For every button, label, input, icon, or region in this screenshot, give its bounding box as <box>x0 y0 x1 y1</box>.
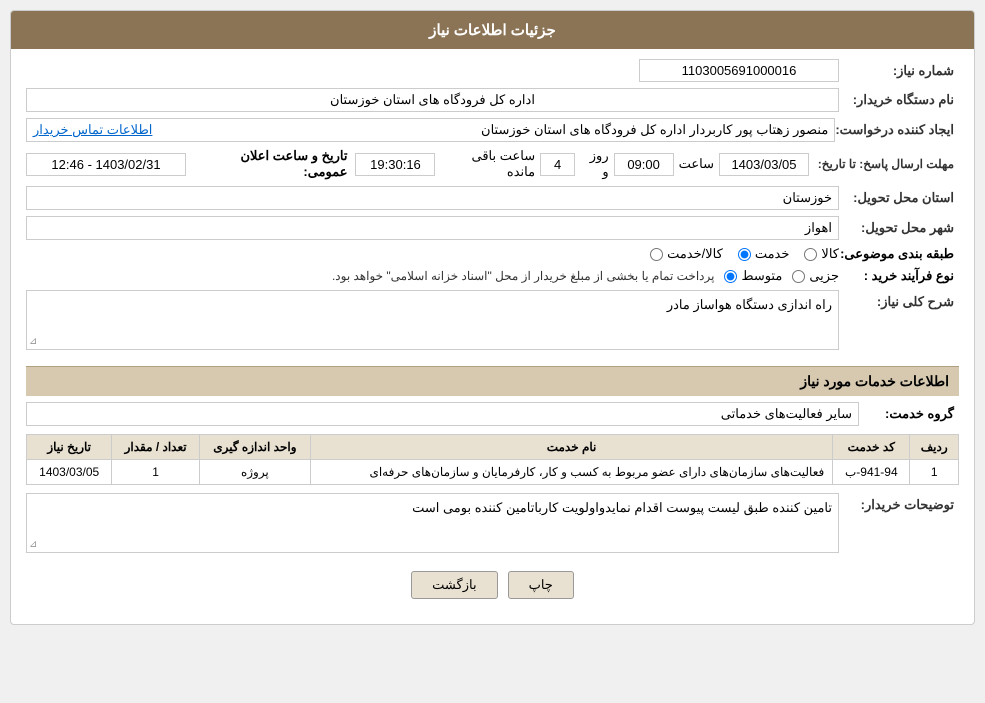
page-title: جزئیات اطلاعات نیاز <box>429 22 556 39</box>
main-container: جزئیات اطلاعات نیاز شماره نیاز: 11030056… <box>10 10 975 625</box>
novea-motevaset: متوسط <box>724 268 782 284</box>
contact-info-link[interactable]: اطلاعات تماس خریدار <box>33 122 152 138</box>
ostan-value: خوزستان <box>26 186 839 210</box>
buyer-notes-row: توضیحات خریدار: تامین کننده طبق لیست پیو… <box>26 493 959 553</box>
table-header-row: ردیف کد خدمت نام خدمت واحد اندازه گیری ت… <box>27 435 959 460</box>
novea-jozii: جزیی <box>792 268 839 284</box>
ijad-label: ایجاد کننده درخواست: <box>835 122 959 138</box>
buyer-notes-label: توضیحات خریدار: <box>839 493 959 513</box>
page-wrapper: جزئیات اطلاعات نیاز شماره نیاز: 11030056… <box>0 0 985 703</box>
cell-unit: پروژه <box>199 460 310 485</box>
mohlat-remaining-value: 19:30:16 <box>355 153 435 176</box>
services-table: ردیف کد خدمت نام خدمت واحد اندازه گیری ت… <box>26 434 959 485</box>
novea-motevaset-label: متوسط <box>741 268 782 284</box>
content-area: شماره نیاز: 1103005691000016 نام دستگاه … <box>11 49 974 624</box>
novea-motevaset-radio[interactable] <box>724 270 737 283</box>
tabaqe-kala-khedmat: کالا/خدمت <box>650 246 723 262</box>
sharh-label: شرح کلی نیاز: <box>839 290 959 310</box>
col-radif: ردیف <box>910 435 959 460</box>
tabaqe-label: طبقه بندی موضوعی: <box>839 246 959 262</box>
tabaqe-kala: کالا <box>804 246 839 262</box>
sharh-section-header: شرح کلی نیاز: راه اندازی دستگاه هواساز م… <box>26 290 959 358</box>
ostan-label: استان محل تحویل: <box>839 190 959 206</box>
tabaqe-kala-khedmat-label: کالا/خدمت <box>667 246 723 262</box>
tabaqe-khedmat-label: خدمت <box>755 246 790 262</box>
cell-radif: 1 <box>910 460 959 485</box>
novea-label: نوع فرآیند خرید : <box>839 268 959 284</box>
cell-name: فعالیت‌های سازمان‌های دارای عضو مربوط به… <box>310 460 832 485</box>
col-name: نام خدمت <box>310 435 832 460</box>
mohlat-time-value: 09:00 <box>614 153 674 176</box>
buyer-notes-resize-icon: ⊿ <box>29 539 37 550</box>
back-button[interactable]: بازگشت <box>411 571 497 599</box>
print-button[interactable]: چاپ <box>508 571 574 599</box>
table-row: 1 941-94-ب فعالیت‌های سازمان‌های دارای ع… <box>27 460 959 485</box>
col-code: کد خدمت <box>833 435 910 460</box>
sharh-box: راه اندازی دستگاه هواساز مادر ⊿ <box>26 290 839 350</box>
shahr-label: شهر محل تحویل: <box>839 220 959 236</box>
novea-note: پرداخت تمام یا بخشی از مبلغ خریدار از مح… <box>332 269 715 283</box>
page-header: جزئیات اطلاعات نیاز <box>11 11 974 49</box>
dastgah-row: نام دستگاه خریدار: اداره کل فرودگاه های … <box>26 88 959 112</box>
shomara-row: شماره نیاز: 1103005691000016 <box>26 59 959 82</box>
shomara-value: 1103005691000016 <box>639 59 839 82</box>
shahr-value: اهواز <box>26 216 839 240</box>
col-date: تاریخ نیاز <box>27 435 112 460</box>
group-row: گروه خدمت: سایر فعالیت‌های خدماتی <box>26 402 959 426</box>
cell-code: 941-94-ب <box>833 460 910 485</box>
novea-jozii-radio[interactable] <box>792 270 805 283</box>
mohlat-day-label: روز و <box>580 148 609 180</box>
tabaqe-kala-radio[interactable] <box>804 248 817 261</box>
buyer-notes-box: تامین کننده طبق لیست پیوست اقدام نمایدوا… <box>26 493 839 553</box>
buyer-notes-value: تامین کننده طبق لیست پیوست اقدام نمایدوا… <box>412 500 832 515</box>
mohlat-day-value: 4 <box>540 153 575 176</box>
tabaqe-options: کالا خدمت کالا/خدمت <box>650 246 839 262</box>
action-buttons: چاپ بازگشت <box>26 561 959 614</box>
mohlat-announce-row: مهلت ارسال پاسخ: تا تاریخ: 1403/03/05 سا… <box>26 148 959 180</box>
tabaqe-kala-khedmat-radio[interactable] <box>650 248 663 261</box>
dastgah-value: اداره کل فرودگاه های استان خوزستان <box>26 88 839 112</box>
sharh-value: راه اندازی دستگاه هواساز مادر <box>667 297 832 312</box>
mohlat-label: مهلت ارسال پاسخ: تا تاریخ: <box>809 157 959 171</box>
cell-date: 1403/03/05 <box>27 460 112 485</box>
cell-count: 1 <box>112 460 200 485</box>
mohlat-time-label: ساعت <box>679 156 714 172</box>
tabaqe-kala-label: کالا <box>821 246 839 262</box>
shomara-label: شماره نیاز: <box>839 63 959 79</box>
col-unit: واحد اندازه گیری <box>199 435 310 460</box>
ijad-text: منصور زهتاب پور کاربردار اداره کل فرودگا… <box>481 122 828 138</box>
tabaqe-row: طبقه بندی موضوعی: کالا خدمت کالا/خدمت <box>26 246 959 262</box>
col-count: تعداد / مقدار <box>112 435 200 460</box>
novea-options: جزیی متوسط پرداخت تمام یا بخشی از مبلغ خ… <box>26 268 839 284</box>
ijad-value: منصور زهتاب پور کاربردار اداره کل فرودگا… <box>26 118 835 142</box>
novea-jozii-label: جزیی <box>809 268 839 284</box>
group-value: سایر فعالیت‌های خدماتی <box>26 402 859 426</box>
mohlat-remaining-label: ساعت باقی مانده <box>440 148 535 180</box>
novea-row: نوع فرآیند خرید : جزیی متوسط پرداخت تمام… <box>26 268 959 284</box>
mohlat-date-value: 1403/03/05 <box>719 153 809 176</box>
announce-value: 1403/02/31 - 12:46 <box>26 153 186 176</box>
ijad-row: ایجاد کننده درخواست: منصور زهتاب پور کار… <box>26 118 959 142</box>
ostan-row: استان محل تحویل: خوزستان <box>26 186 959 210</box>
dastgah-label: نام دستگاه خریدار: <box>839 92 959 108</box>
tabaqe-khedmat: خدمت <box>738 246 790 262</box>
shahr-row: شهر محل تحویل: اهواز <box>26 216 959 240</box>
announce-label: تاریخ و ساعت اعلان عمومی: <box>194 148 347 180</box>
sharh-resize-icon: ⊿ <box>29 336 37 347</box>
tabaqe-khedmat-radio[interactable] <box>738 248 751 261</box>
group-label: گروه خدمت: <box>859 406 959 422</box>
service-section-header: اطلاعات خدمات مورد نیاز <box>26 366 959 396</box>
